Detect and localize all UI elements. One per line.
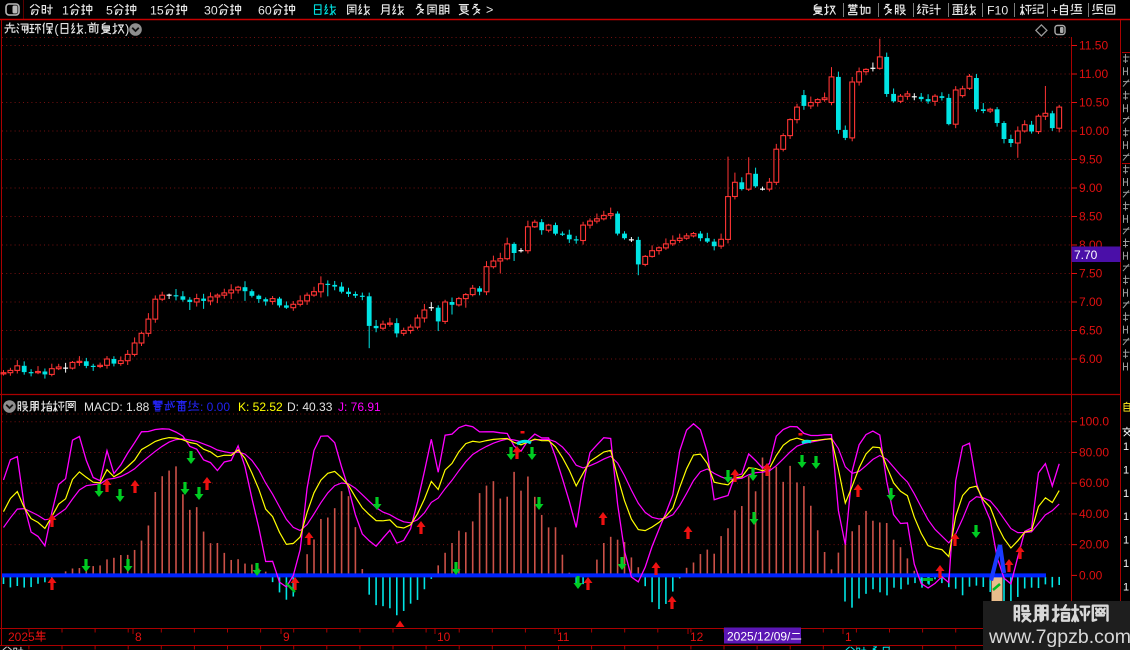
svg-text:2025/12/09/: 2025/12/09/ <box>727 630 791 644</box>
svg-text:9.50: 9.50 <box>1079 153 1103 167</box>
svg-text:1: 1 <box>845 630 852 644</box>
svg-text:60.00: 60.00 <box>1079 476 1109 490</box>
svg-text:: 0.00: : 0.00 <box>200 400 230 414</box>
svg-text:2025: 2025 <box>8 630 35 644</box>
svg-text:7.70: 7.70 <box>1074 248 1098 262</box>
svg-text:6.50: 6.50 <box>1079 324 1103 338</box>
svg-text:60: 60 <box>258 4 272 18</box>
svg-text:D: 40.33: D: 40.33 <box>287 400 333 414</box>
svg-text:30: 30 <box>204 4 218 18</box>
svg-text:9.00: 9.00 <box>1079 181 1103 195</box>
svg-text:.: . <box>84 23 88 37</box>
svg-text:7.50: 7.50 <box>1079 267 1103 281</box>
svg-text:MACD: 1.88: MACD: 1.88 <box>84 400 150 414</box>
svg-text:1: 1 <box>1123 441 1129 453</box>
svg-text:11.00: 11.00 <box>1079 67 1108 81</box>
svg-text:8: 8 <box>135 630 142 644</box>
svg-text:>: > <box>486 3 493 17</box>
svg-text:9: 9 <box>283 630 290 644</box>
svg-text:www.7gpzb.com: www.7gpzb.com <box>988 626 1130 648</box>
svg-text:40.00: 40.00 <box>1079 507 1109 521</box>
svg-text:+: + <box>1051 4 1058 18</box>
svg-text:K: 52.52: K: 52.52 <box>238 400 283 414</box>
svg-text:8.50: 8.50 <box>1079 210 1103 224</box>
svg-text:10.00: 10.00 <box>1079 124 1109 138</box>
svg-text:1: 1 <box>1123 535 1129 547</box>
svg-text:10.50: 10.50 <box>1079 96 1109 110</box>
svg-text:100.0: 100.0 <box>1079 415 1109 429</box>
svg-text:12: 12 <box>690 630 704 644</box>
svg-text:0.00: 0.00 <box>1079 568 1103 582</box>
svg-text:1: 1 <box>1123 581 1129 593</box>
svg-text:11.50: 11.50 <box>1079 39 1108 53</box>
svg-text:6.00: 6.00 <box>1079 352 1103 366</box>
svg-text:7.00: 7.00 <box>1079 295 1103 309</box>
svg-text:11: 11 <box>557 630 570 644</box>
svg-text:F10: F10 <box>987 4 1008 18</box>
svg-text:): ) <box>125 23 129 37</box>
svg-text:1: 1 <box>1123 464 1129 476</box>
svg-text:1: 1 <box>1123 511 1129 523</box>
svg-text:1: 1 <box>1123 558 1129 570</box>
svg-text:80.00: 80.00 <box>1079 445 1109 459</box>
svg-text:1: 1 <box>1123 488 1129 500</box>
svg-text:5: 5 <box>106 4 113 18</box>
svg-text:J: 76.91: J: 76.91 <box>338 400 381 414</box>
svg-text:20.00: 20.00 <box>1079 538 1109 552</box>
svg-text:10: 10 <box>437 630 451 644</box>
svg-text:1: 1 <box>62 4 69 18</box>
svg-text:15: 15 <box>150 4 164 18</box>
